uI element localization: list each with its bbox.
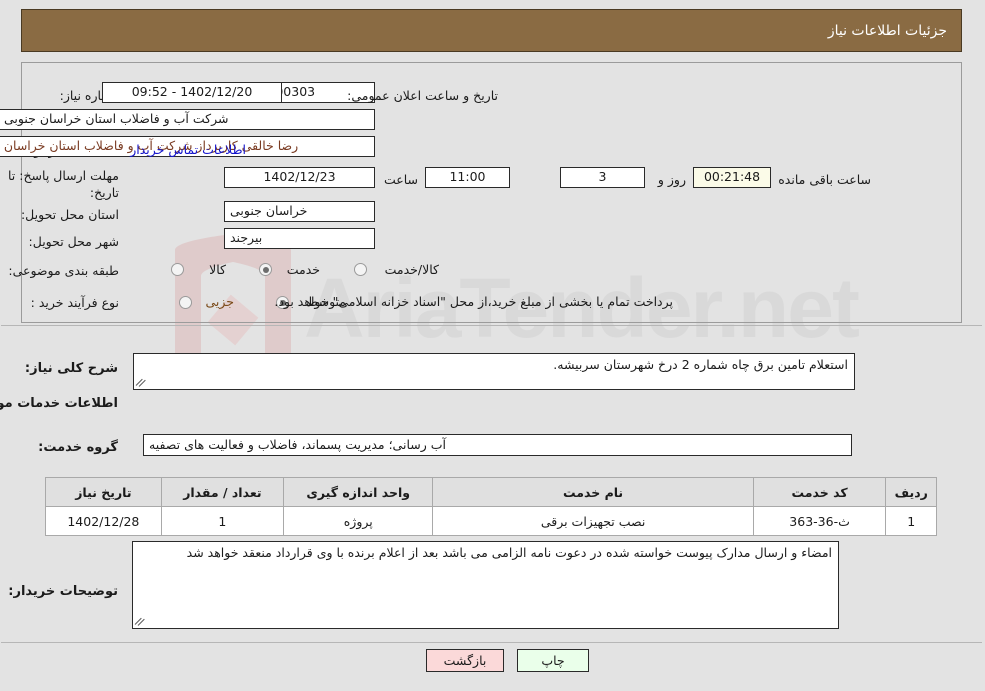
process-label: نوع فرآیند خرید : — [31, 295, 120, 310]
days-remaining-field[interactable]: 3 — [561, 167, 646, 188]
services-table: ردیف کد خدمت نام خدمت واحد اندازه گیری ت… — [46, 477, 938, 536]
summary-label: شرح کلی نیاز: — [25, 361, 119, 376]
buyer-contact-link[interactable]: اطلاعات تماس خریدار — [131, 142, 247, 157]
resize-grip-icon[interactable] — [137, 378, 147, 388]
radio-label-process-0: جزیی — [206, 294, 235, 309]
table-row: 1 ث-36-363 نصب تجهیزات برقی پروژه 1 1402… — [46, 506, 938, 536]
public-announce-field[interactable]: 1402/12/20 - 09:52 — [103, 82, 283, 103]
city-field[interactable]: بیرجند — [225, 228, 376, 249]
radio-category-kala-khedmat[interactable] — [355, 263, 368, 276]
cell-service-name: نصب تجهیزات برقی — [433, 506, 755, 536]
service-group-field[interactable]: آب رسانی؛ مدیریت پسماند، فاضلاب و فعالیت… — [144, 434, 853, 456]
deadline-time-field[interactable]: 11:00 — [426, 167, 511, 188]
cell-need-date: 1402/12/28 — [46, 506, 163, 536]
province-field[interactable]: خراسان جنوبی — [225, 201, 376, 222]
cell-service-code: ث-36-363 — [753, 506, 888, 536]
print-button[interactable]: چاپ — [518, 649, 590, 672]
summary-textarea[interactable]: استعلام تامین برق چاه شماره 2 درخ شهرستا… — [134, 353, 856, 390]
cell-unit: پروژه — [284, 506, 435, 536]
radio-category-khedmat[interactable] — [260, 263, 273, 276]
buyer-org-field[interactable]: شرکت آب و فاضلاب استان خراسان جنوبی — [0, 109, 376, 130]
buyer-notes-text: امضاء و ارسال مدارک پیوست خواسته شده در … — [187, 545, 833, 560]
public-announce-label: تاریخ و ساعت اعلان عمومی: — [348, 88, 499, 103]
back-button[interactable]: بازگشت — [427, 649, 505, 672]
category-label: طبقه بندی موضوعی: — [9, 263, 120, 278]
buyer-notes-label: توضیحات خریدار: — [9, 584, 119, 599]
radio-label-category-0: کالا — [210, 262, 227, 277]
process-note: پرداخت تمام یا بخشی از مبلغ خرید،از محل … — [275, 294, 674, 309]
buyer-notes-textarea[interactable]: امضاء و ارسال مدارک پیوست خواسته شده در … — [133, 541, 840, 629]
deadline-label: مهلت ارسال پاسخ: تا تاریخ: — [9, 168, 120, 200]
cell-quantity: 1 — [161, 506, 286, 536]
countdown-timer-field: 00:21:48 — [694, 167, 772, 188]
radio-label-category-1: خدمت — [287, 262, 321, 277]
th-quantity: تعداد / مقدار — [161, 477, 286, 507]
remaining-hours-label: ساعت باقی مانده — [779, 172, 872, 187]
province-label: استان محل تحویل: — [21, 207, 120, 222]
service-group-label: گروه خدمت: — [39, 440, 119, 455]
radio-category-kala[interactable] — [172, 263, 185, 276]
radio-process-jozei[interactable] — [180, 296, 193, 309]
summary-text: استعلام تامین برق چاه شماره 2 درخ شهرستا… — [554, 357, 849, 372]
th-row: ردیف — [886, 477, 938, 507]
th-unit: واحد اندازه گیری — [284, 477, 435, 507]
page-title: جزئیات اطلاعات نیاز — [828, 23, 948, 39]
hour-label: ساعت — [384, 172, 419, 187]
th-service-name: نام خدمت — [433, 477, 755, 507]
page-header-bar: جزئیات اطلاعات نیاز — [22, 9, 963, 52]
deadline-date-field[interactable]: 1402/12/23 — [225, 167, 376, 188]
days-unit-label: روز و — [658, 172, 687, 187]
services-section-header: اطلاعات خدمات مورد نیاز — [0, 396, 119, 411]
cell-row: 1 — [886, 506, 938, 536]
resize-grip-icon-2[interactable] — [136, 617, 146, 627]
th-need-date: تاریخ نیاز — [46, 477, 163, 507]
table-header-row: ردیف کد خدمت نام خدمت واحد اندازه گیری ت… — [46, 477, 938, 507]
radio-label-category-2: کالا/خدمت — [385, 262, 440, 277]
th-service-code: کد خدمت — [753, 477, 888, 507]
city-label: شهر محل تحویل: — [29, 234, 120, 249]
